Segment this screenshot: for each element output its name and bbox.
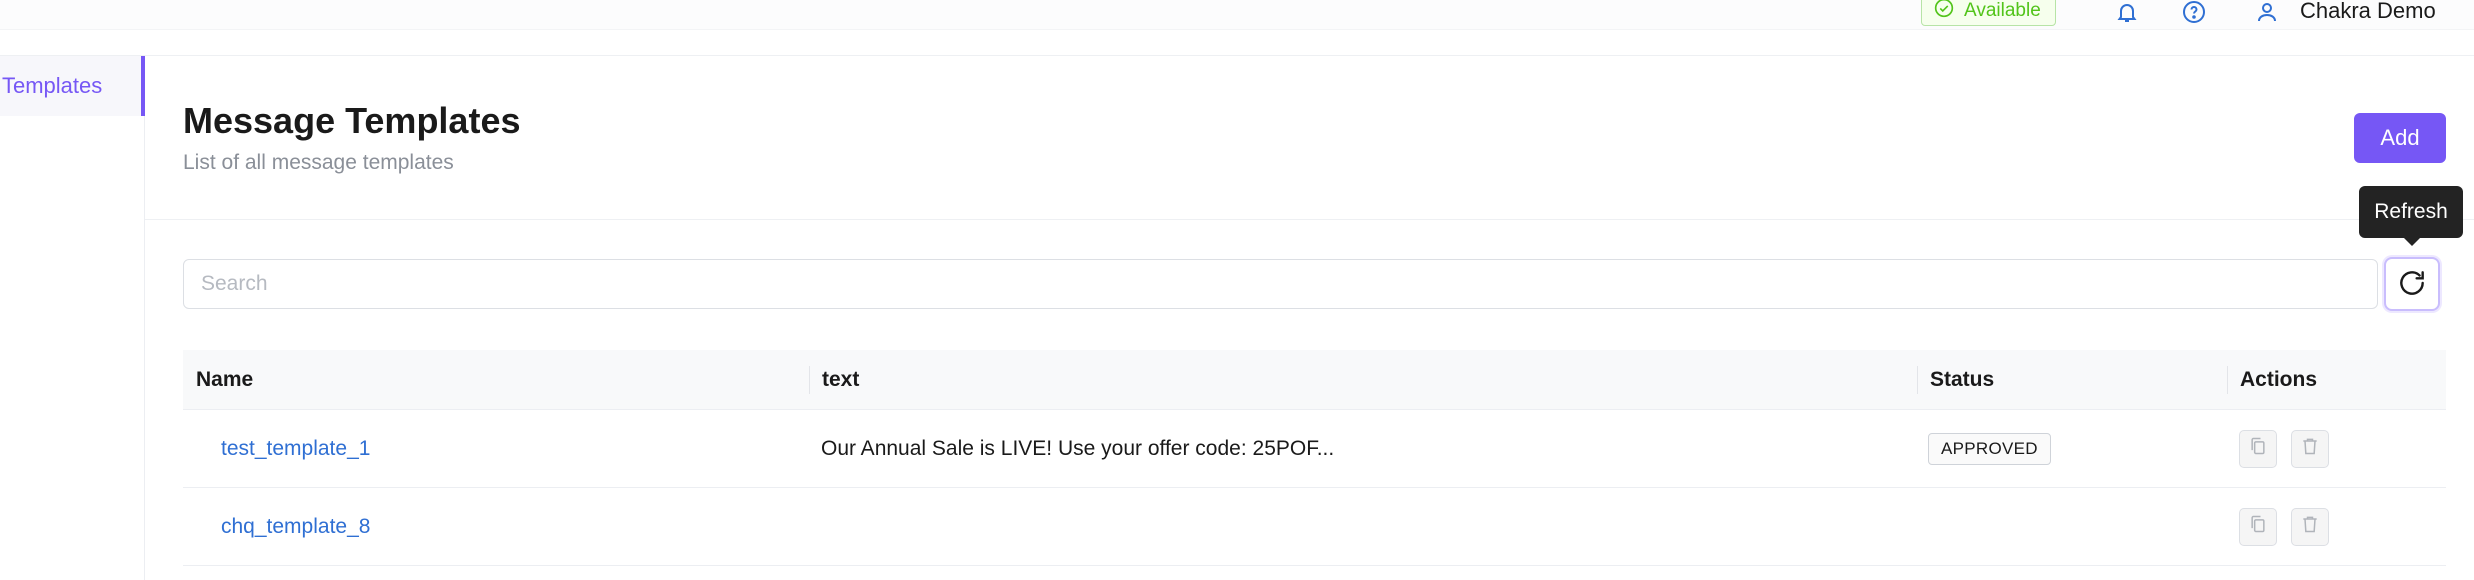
page-subtitle: List of all message templates <box>183 151 454 174</box>
header-divider <box>145 219 2474 220</box>
user-name[interactable]: Chakra Demo <box>2300 0 2436 24</box>
trash-icon <box>2300 436 2320 462</box>
status-badge: APPROVED <box>1928 433 2051 465</box>
template-name-link[interactable]: test_template_1 <box>221 437 370 461</box>
sidebar-item-label: Templates <box>2 73 103 98</box>
availability-status-label: Available <box>1964 0 2041 21</box>
column-header-status[interactable]: Status <box>1917 350 1994 410</box>
column-header-name[interactable]: Name <box>183 350 253 410</box>
template-text: Our Annual Sale is LIVE! Use your offer … <box>821 437 1335 460</box>
top-bar: Available Chakra Demo <box>0 0 2474 56</box>
user-icon[interactable] <box>2253 0 2281 26</box>
bell-icon[interactable] <box>2113 0 2141 26</box>
template-name-link[interactable]: chq_template_8 <box>221 515 370 539</box>
table-row: test_template_1 Our Annual Sale is LIVE!… <box>183 410 2446 488</box>
column-header-actions: Actions <box>2240 368 2318 391</box>
copy-button[interactable] <box>2239 430 2277 468</box>
copy-icon <box>2248 514 2268 540</box>
refresh-button[interactable] <box>2384 257 2440 311</box>
refresh-icon <box>2396 267 2428 302</box>
templates-table: Name text Status Actions test_template_1… <box>183 350 2446 566</box>
refresh-tooltip: Refresh <box>2359 186 2463 246</box>
add-template-button[interactable]: Add <box>2354 113 2446 163</box>
delete-button[interactable] <box>2291 430 2329 468</box>
sidebar-item-templates[interactable]: Templates <box>0 56 145 116</box>
column-header-text[interactable]: text <box>809 350 859 410</box>
table-row: chq_template_8 <box>183 488 2446 566</box>
help-icon[interactable] <box>2180 0 2208 26</box>
top-bar-strip <box>0 0 2474 30</box>
sidebar: Templates <box>0 56 145 580</box>
table-header: Name text Status Actions <box>183 350 2446 410</box>
check-circle-icon <box>1934 0 1954 24</box>
copy-button[interactable] <box>2239 508 2277 546</box>
page-title: Message Templates <box>183 100 521 141</box>
availability-status-badge[interactable]: Available <box>1921 0 2056 26</box>
trash-icon <box>2300 514 2320 540</box>
search-input[interactable] <box>183 259 2378 309</box>
delete-button[interactable] <box>2291 508 2329 546</box>
copy-icon <box>2248 436 2268 462</box>
